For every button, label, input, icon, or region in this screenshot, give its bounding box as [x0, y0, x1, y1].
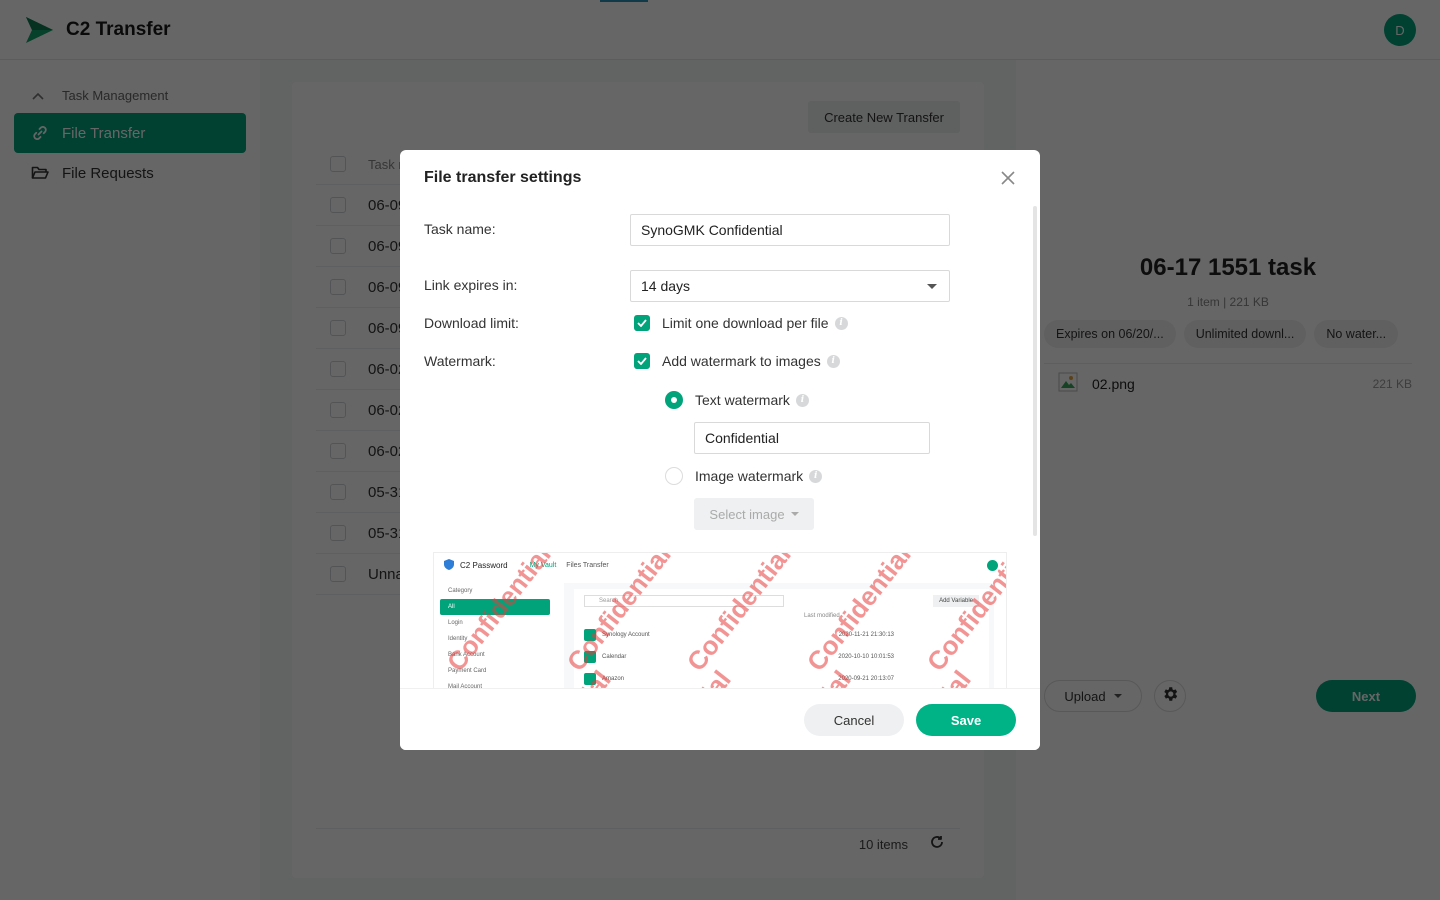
- select-image-label: Select image: [709, 506, 785, 522]
- dialog-scrollbar[interactable]: [1033, 206, 1037, 536]
- caret-down-icon: [790, 512, 799, 516]
- preview-side-item: Login: [448, 620, 463, 626]
- preview-sidebar: Category All Login Identity Bank Account…: [440, 583, 550, 689]
- preview-side-item: Bank Account: [448, 652, 485, 658]
- preview-side-item: Payment Card: [448, 668, 487, 674]
- preview-row: Synology Account 2020-11-21 21:30:13: [584, 625, 984, 645]
- task-name-input[interactable]: SynoGMK Confidential: [630, 214, 950, 246]
- preview-row-date: 2020-11-21 21:30:13: [838, 632, 894, 638]
- text-watermark-radio-row[interactable]: Text watermark i: [665, 391, 809, 409]
- preview-row-name: Amazon: [602, 676, 625, 682]
- preview-item-icon: [584, 651, 596, 663]
- preview-row-date: 2020-10-10 10:01:53: [838, 654, 894, 660]
- preview-row: Amazon 2020-09-21 20:13:07: [584, 669, 984, 689]
- link-expires-value: 14 days: [641, 278, 691, 294]
- save-button[interactable]: Save: [916, 704, 1016, 736]
- preview-row-name: Calendar: [602, 654, 627, 660]
- info-icon[interactable]: i: [809, 469, 823, 483]
- link-expires-select[interactable]: 14 days: [630, 270, 950, 302]
- caret-down-icon: [927, 284, 937, 289]
- preview-row: Calendar 2020-10-10 10:01:53: [584, 647, 984, 667]
- watermark-checkbox-row[interactable]: Add watermark to images i: [634, 353, 840, 369]
- text-watermark-radio[interactable]: [665, 391, 683, 409]
- preview-column-header: Last modified: [804, 613, 840, 619]
- text-watermark-label: Text watermark: [695, 392, 790, 408]
- image-watermark-label: Image watermark: [695, 468, 804, 484]
- info-icon[interactable]: i: [834, 316, 848, 330]
- preview-row-date: 2020-09-21 20:13:07: [838, 676, 894, 682]
- file-transfer-settings-dialog: File transfer settings Task name: SynoGM…: [400, 150, 1040, 750]
- image-watermark-radio[interactable]: [665, 467, 683, 485]
- preview-nav-transfer: Files Transfer: [566, 561, 609, 569]
- text-watermark-input[interactable]: Confidential: [694, 422, 930, 454]
- preview-main: Search Add Variable Last modified Synolo…: [564, 583, 994, 689]
- preview-avatar: [987, 559, 998, 571]
- preview-row-name: Synology Account: [602, 632, 650, 638]
- dialog-footer: Cancel Save: [400, 688, 1040, 750]
- watermark-option-label: Add watermark to images: [662, 353, 821, 369]
- preview-item-icon: [584, 673, 596, 685]
- preview-category-label: Category: [448, 588, 473, 594]
- close-icon[interactable]: [998, 168, 1018, 188]
- select-image-button[interactable]: Select image: [694, 498, 814, 530]
- preview-top-bar: C2 Password My Vault Files Transfer: [434, 553, 1006, 577]
- preview-app-name: C2 Password: [460, 560, 508, 570]
- cancel-button[interactable]: Cancel: [804, 704, 904, 736]
- preview-add-button: Add Variable: [933, 595, 979, 607]
- shield-icon: [444, 558, 454, 572]
- preview-side-item: Identity: [448, 636, 468, 642]
- image-watermark-radio-row[interactable]: Image watermark i: [665, 467, 823, 485]
- download-limit-label: Download limit:: [424, 315, 519, 331]
- info-icon[interactable]: i: [795, 393, 809, 407]
- watermark-preview: C2 Password My Vault Files Transfer Cate…: [433, 552, 1007, 690]
- preview-nav-vault: My Vault: [529, 561, 557, 569]
- download-limit-checkbox[interactable]: [634, 315, 650, 331]
- dialog-title: File transfer settings: [424, 169, 582, 186]
- info-icon[interactable]: i: [826, 354, 840, 368]
- link-expires-label: Link expires in:: [424, 277, 518, 293]
- task-name-label: Task name:: [424, 221, 496, 237]
- download-limit-checkbox-row[interactable]: Limit one download per file i: [634, 315, 848, 331]
- watermark-label: Watermark:: [424, 353, 496, 369]
- preview-side-item: All: [440, 599, 550, 615]
- preview-search: Search: [584, 595, 784, 607]
- preview-item-icon: [584, 629, 596, 641]
- watermark-checkbox[interactable]: [634, 353, 650, 369]
- preview-card: Search Add Variable Last modified Synolo…: [574, 589, 989, 689]
- download-limit-option-label: Limit one download per file: [662, 315, 829, 331]
